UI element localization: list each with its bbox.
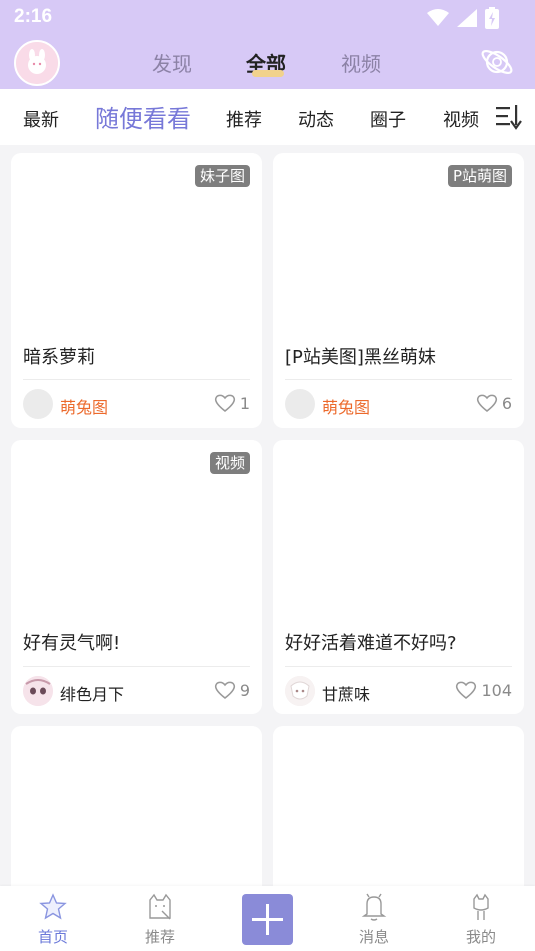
divider	[285, 666, 512, 667]
cell-signal-icon	[457, 9, 477, 27]
like-button[interactable]: 104	[455, 680, 512, 700]
heart-icon	[456, 681, 477, 699]
nav-messages[interactable]: 消息	[344, 892, 404, 947]
nav-label: 消息	[358, 928, 389, 946]
author-name[interactable]: 绯色月下	[60, 681, 124, 705]
post-card[interactable]: P站萌图 [P站美图]黑丝萌妹 萌兔图 6	[273, 153, 524, 428]
nav-label: 首页	[37, 928, 68, 946]
status-bar: 2:16	[0, 0, 535, 36]
status-time: 2:16	[14, 6, 53, 27]
active-tab-indicator	[252, 70, 284, 77]
bottom-nav: 首页 推荐 消息 我的	[0, 886, 535, 951]
post-card[interactable]	[11, 726, 262, 906]
author-name[interactable]: 萌兔图	[322, 394, 370, 418]
planet-icon[interactable]	[479, 44, 515, 80]
author-avatar[interactable]	[23, 389, 53, 419]
category-random[interactable]: 随便看看	[95, 99, 191, 134]
post-card[interactable]: 妹子图 暗系萝莉 萌兔图 1	[11, 153, 262, 428]
category-badge: 视频	[209, 452, 250, 474]
anime-avatar-icon	[285, 676, 315, 706]
nav-label: 我的	[465, 928, 496, 946]
bell-icon	[361, 893, 387, 921]
status-icons	[427, 7, 499, 29]
top-tab-bar: 发现 全部 视频	[0, 44, 535, 84]
author-avatar[interactable]	[285, 389, 315, 419]
nav-recommend[interactable]: 推荐	[130, 892, 190, 947]
post-card[interactable]: 视频 好有灵气啊! 绯色月下 9	[11, 440, 262, 714]
author-name[interactable]: 甘蔗味	[322, 681, 370, 705]
nav-label: 推荐	[144, 928, 175, 946]
like-count: 6	[501, 393, 512, 413]
category-dynamics[interactable]: 动态	[298, 106, 334, 132]
like-button[interactable]: 9	[214, 680, 250, 700]
author-avatar[interactable]	[23, 676, 53, 706]
nav-home[interactable]: 首页	[23, 892, 83, 947]
category-recommend[interactable]: 推荐	[226, 106, 262, 132]
category-bar: 最新 随便看看 推荐 动态 圈子 视频	[0, 89, 535, 145]
person-icon	[473, 893, 489, 920]
cat-icon	[149, 893, 171, 920]
post-title: 暗系萝莉	[23, 347, 95, 368]
add-post-button[interactable]	[242, 894, 293, 945]
heart-icon	[214, 681, 235, 699]
post-card[interactable]: 好好活着难道不好吗? 甘蔗味 104	[273, 440, 524, 714]
heart-icon	[214, 394, 235, 412]
like-count: 104	[481, 680, 512, 700]
sort-icon[interactable]	[495, 103, 523, 131]
heart-icon	[476, 394, 497, 412]
divider	[23, 379, 250, 380]
like-button[interactable]: 1	[214, 393, 250, 413]
tab-video[interactable]: 视频	[341, 48, 381, 77]
author-avatar[interactable]	[285, 676, 315, 706]
battery-icon	[485, 7, 499, 29]
tab-discover[interactable]: 发现	[152, 48, 192, 77]
category-circle[interactable]: 圈子	[370, 106, 406, 132]
plus-icon	[252, 904, 283, 935]
post-title: [P站美图]黑丝萌妹	[285, 347, 436, 368]
nav-profile[interactable]: 我的	[451, 892, 511, 947]
post-title: 好好活着难道不好吗?	[285, 633, 457, 654]
category-video[interactable]: 视频	[443, 106, 479, 132]
wifi-icon	[427, 9, 449, 26]
star-icon	[39, 893, 67, 920]
divider	[285, 379, 512, 380]
like-count: 1	[239, 393, 250, 413]
post-card[interactable]	[273, 726, 524, 906]
like-button[interactable]: 6	[476, 393, 512, 413]
divider	[23, 666, 250, 667]
post-title: 好有灵气啊!	[23, 633, 121, 654]
app-header: 2:16 发现 全部 视频	[0, 0, 535, 89]
like-count: 9	[239, 680, 250, 700]
category-badge: 妹子图	[194, 165, 250, 187]
anime-avatar-icon	[23, 676, 53, 706]
author-name[interactable]: 萌兔图	[60, 394, 108, 418]
category-latest[interactable]: 最新	[23, 106, 59, 132]
category-badge: P站萌图	[447, 165, 512, 187]
